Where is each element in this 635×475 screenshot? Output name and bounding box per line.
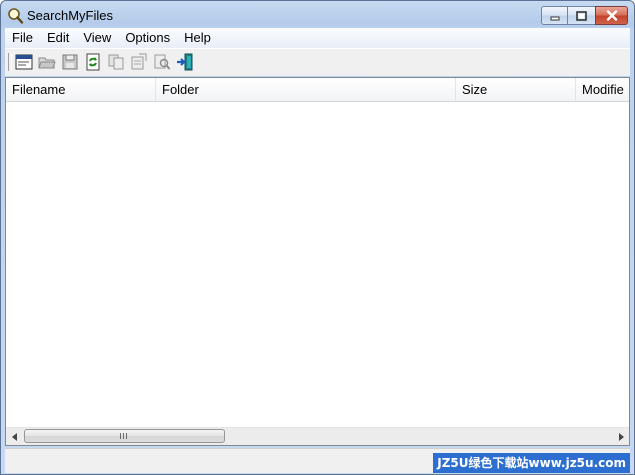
maximize-icon xyxy=(576,10,587,21)
app-window: SearchMyFiles File Edit View Options Hel… xyxy=(0,0,635,475)
title-bar[interactable]: SearchMyFiles xyxy=(1,1,634,31)
menu-options[interactable]: Options xyxy=(118,28,177,48)
results-list[interactable]: Filename Folder Size Modifie xyxy=(5,77,630,446)
menu-edit[interactable]: Edit xyxy=(40,28,76,48)
search-options-icon[interactable] xyxy=(15,53,33,71)
scroll-right-button[interactable] xyxy=(612,428,629,445)
toolbar-grip[interactable] xyxy=(8,53,12,71)
maximize-button[interactable] xyxy=(568,6,595,25)
exit-icon[interactable] xyxy=(176,53,194,71)
column-header-filename[interactable]: Filename xyxy=(6,78,156,101)
window-title: SearchMyFiles xyxy=(27,8,113,23)
list-header: Filename Folder Size Modifie xyxy=(6,78,629,102)
magnifier-app-icon xyxy=(8,8,24,24)
menu-help[interactable]: Help xyxy=(177,28,218,48)
caption-buttons xyxy=(541,6,628,25)
thumb-grip xyxy=(120,433,129,439)
arrow-right-icon xyxy=(618,432,624,441)
toolbar xyxy=(5,48,630,76)
minimize-button[interactable] xyxy=(541,6,568,25)
scrollbar-thumb[interactable] xyxy=(24,429,225,443)
close-icon xyxy=(606,10,617,21)
menu-view[interactable]: View xyxy=(76,28,118,48)
column-header-folder[interactable]: Folder xyxy=(156,78,456,101)
arrow-left-icon xyxy=(11,432,17,441)
find-icon[interactable] xyxy=(153,53,171,71)
save-icon[interactable] xyxy=(61,53,79,71)
column-header-size[interactable]: Size xyxy=(456,78,576,101)
refresh-icon[interactable] xyxy=(84,53,102,71)
horizontal-scrollbar[interactable] xyxy=(6,427,629,445)
close-button[interactable] xyxy=(595,6,628,25)
minimize-icon xyxy=(550,16,559,20)
properties-icon[interactable] xyxy=(130,53,148,71)
status-bar: JZ5U绿色下载站www.jz5u.com xyxy=(5,448,630,473)
watermark-badge: JZ5U绿色下载站www.jz5u.com xyxy=(433,453,630,473)
menu-bar: File Edit View Options Help xyxy=(5,28,630,48)
copy-icon[interactable] xyxy=(107,53,125,71)
open-folder-icon[interactable] xyxy=(38,53,56,71)
scroll-left-button[interactable] xyxy=(6,428,23,445)
column-header-modified[interactable]: Modifie xyxy=(576,78,629,101)
menu-file[interactable]: File xyxy=(5,28,40,48)
